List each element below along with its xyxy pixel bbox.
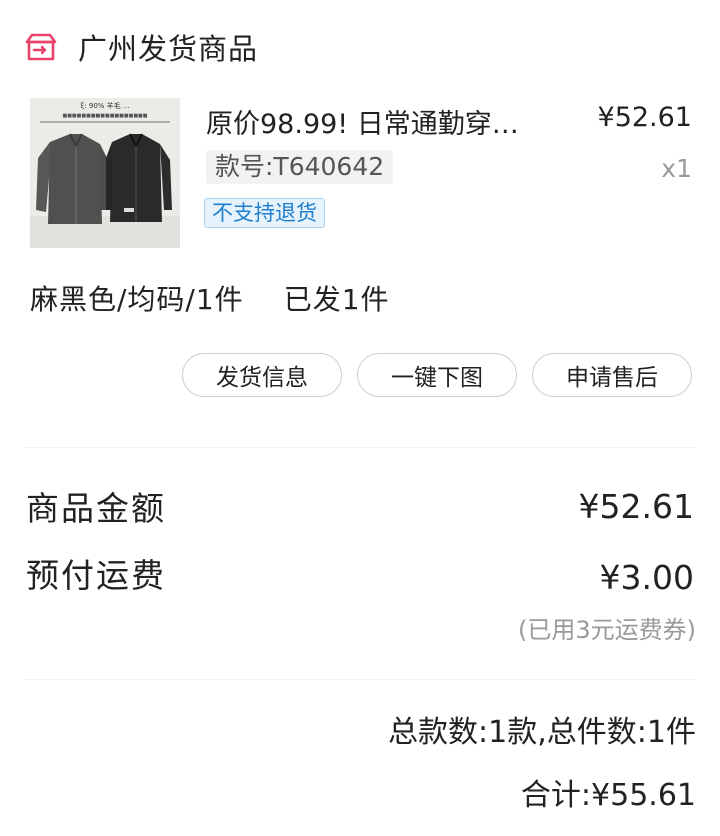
no-return-badge: 不支持退货 (204, 198, 325, 228)
download-images-button[interactable]: 一键下图 (357, 353, 517, 397)
item-count-summary: 总款数:1款,总件数:1件 (388, 715, 696, 750)
goods-amount-value: ¥52.61 (578, 486, 694, 526)
product-price: ¥52.61 (597, 102, 692, 133)
ship-info-button[interactable]: 发货信息 (182, 353, 342, 397)
shipping-box-icon (25, 33, 57, 61)
shipping-label: 预付运费 (26, 555, 166, 595)
grand-total: 合计:¥55.61 (520, 778, 696, 813)
product-sku: 款号:T640642 (206, 150, 394, 184)
divider (24, 679, 696, 680)
spec-row: 麻黑色/均码/1件 已发1件 (30, 278, 390, 318)
product-quantity: x1 (661, 154, 692, 183)
goods-amount-row: 商品金额 ¥52.61 (26, 482, 694, 530)
shop-header: 广州发货商品 (24, 22, 258, 72)
action-buttons: 发货信息 一键下图 申请售后 (182, 353, 692, 397)
shipping-value: ¥3.00 (599, 558, 694, 597)
product-thumbnail[interactable]: ξ: 90% 羊毛 ... ■■■■■■■■■■■■■■■■■■ (30, 98, 180, 248)
product-variant: 麻黑色/均码/1件 (30, 283, 244, 316)
coupon-note: (已用3元运费券) (518, 616, 696, 644)
product-photo: ξ: 90% 羊毛 ... ■■■■■■■■■■■■■■■■■■ (30, 98, 180, 248)
shipped-status: 已发1件 (283, 283, 390, 316)
goods-amount-label: 商品金额 (26, 489, 166, 528)
product-card[interactable]: ξ: 90% 羊毛 ... ■■■■■■■■■■■■■■■■■■ 原价98.99… (30, 98, 696, 248)
photo-caption: ξ: 90% 羊毛 ... (80, 101, 129, 110)
after-sale-button[interactable]: 申请售后 (532, 353, 692, 397)
shop-name: 广州发货商品 (78, 32, 259, 66)
svg-text:■■■■■■■■■■■■■■■■■■: ■■■■■■■■■■■■■■■■■■ (62, 113, 147, 119)
divider (24, 447, 696, 448)
product-title[interactable]: 原价98.99! 日常通勤穿… (206, 102, 556, 141)
shipping-row: 预付运费 ¥3.00 (26, 548, 694, 598)
